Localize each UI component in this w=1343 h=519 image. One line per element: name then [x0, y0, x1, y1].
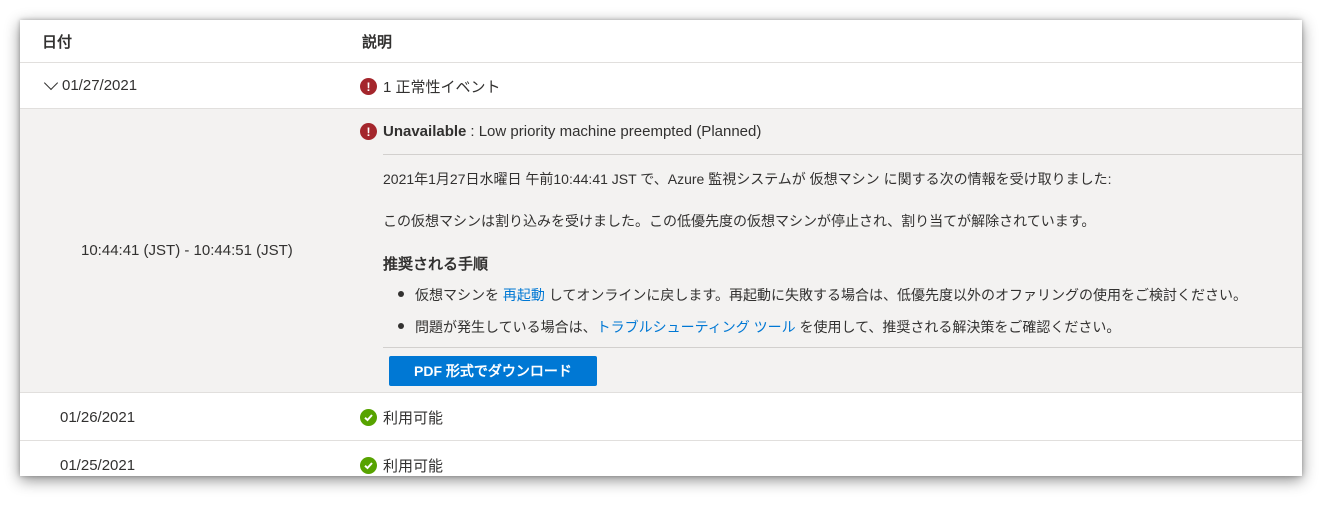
row-status-text: 利用可能 [383, 410, 444, 427]
recommended-steps-list: 仮想マシンを 再起動 してオンラインに戻します。再起動に失敗する場合は、低優先度… [398, 285, 1247, 349]
bullet-icon [398, 323, 404, 329]
health-history-panel: 日付 説明 01/27/2021 ! 1 正常性イベント 10:44:41 (J… [20, 20, 1302, 476]
download-pdf-button[interactable]: PDF 形式でダウンロード [389, 356, 597, 386]
troubleshooting-tool-link[interactable]: トラブルシューティング ツール [597, 319, 796, 335]
restart-link[interactable]: 再起動 [503, 287, 545, 303]
event-time-range: 10:44:41 (JST) - 10:44:51 (JST) [81, 242, 293, 259]
row-status-text: 利用可能 [383, 458, 444, 475]
row-status: 利用可能 [360, 455, 443, 476]
step2-suffix: を使用して、推奨される解決策をご確認ください。 [795, 319, 1121, 335]
row-date: 01/26/2021 [60, 409, 136, 426]
step1-prefix: 仮想マシンを [415, 287, 503, 303]
column-header-description[interactable]: 説明 [362, 31, 392, 52]
table-row[interactable]: 01/26/2021 利用可能 [20, 393, 1302, 441]
row-status: 利用可能 [360, 407, 443, 428]
list-item: 問題が発生している場合は、トラブルシューティング ツール を使用して、推奨される… [398, 317, 1247, 349]
checkmark-circle-icon [360, 409, 377, 426]
event-info-line: 2021年1月27日水曜日 午前10:44:41 JST で、Azure 監視シ… [383, 171, 1112, 187]
event-preempt-line: この仮想マシンは割り込みを受けました。この低優先度の仮想マシンが停止され、割り当… [383, 213, 1096, 229]
error-circle-icon: ! [360, 123, 377, 140]
table-header: 日付 説明 [20, 20, 1302, 63]
step1-suffix: してオンラインに戻します。再起動に失敗する場合は、低優先度以外のオファリングの使… [544, 287, 1247, 303]
group-date: 01/27/2021 [62, 77, 138, 94]
row-date: 01/25/2021 [60, 457, 136, 474]
group-summary: ! 1 正常性イベント [360, 76, 501, 97]
error-circle-icon: ! [360, 78, 377, 95]
step2-prefix: 問題が発生している場合は、 [415, 319, 597, 335]
event-detail: 10:44:41 (JST) - 10:44:51 (JST) ! Unavai… [20, 109, 1302, 393]
bullet-icon [398, 291, 404, 297]
event-status: Unavailable [383, 123, 467, 140]
column-header-date[interactable]: 日付 [42, 31, 72, 52]
group-expander[interactable]: 01/27/2021 [42, 75, 138, 94]
event-title: ! Unavailable : Low priority machine pre… [360, 123, 761, 140]
chevron-down-icon[interactable] [43, 75, 59, 90]
recommended-steps-title: 推奨される手順 [383, 256, 489, 273]
group-summary-text: 1 正常性イベント [383, 79, 501, 96]
divider [383, 347, 1302, 348]
table-row[interactable]: 01/25/2021 利用可能 [20, 441, 1302, 476]
list-item: 仮想マシンを 再起動 してオンラインに戻します。再起動に失敗する場合は、低優先度… [398, 285, 1247, 317]
table-row-group[interactable]: 01/27/2021 ! 1 正常性イベント [20, 62, 1302, 109]
event-title-text: : Low priority machine preempted (Planne… [470, 123, 762, 140]
event-body: 2021年1月27日水曜日 午前10:44:41 JST で、Azure 監視シ… [383, 154, 1302, 386]
checkmark-circle-icon [360, 457, 377, 474]
